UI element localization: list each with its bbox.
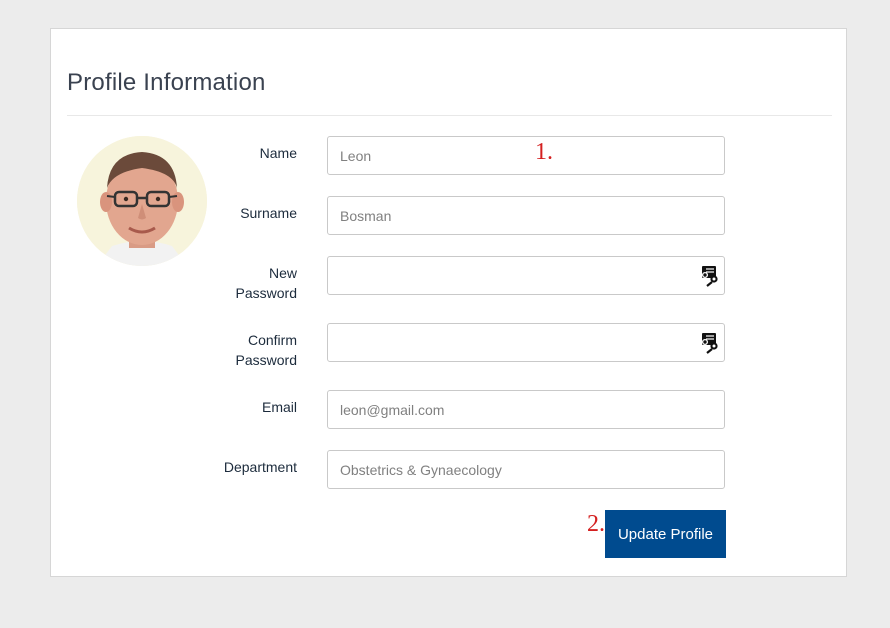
confirm-password-field[interactable] [327,323,725,362]
name-label: Name [177,143,297,163]
new-password-label-line1: New [268,265,297,281]
title-divider [67,115,832,116]
annotation-1: 1. [535,139,553,165]
annotation-2: 2. [587,511,605,537]
email-label: Email [177,397,297,417]
surname-label: Surname [177,203,297,223]
department-label-text: Department [223,459,297,475]
profile-card: Profile Information Name Leon Surname Bo… [50,28,847,577]
confirm-password-label-line2: Password [235,352,297,368]
update-profile-button[interactable]: Update Profile [605,510,726,558]
key-card-icon[interactable] [701,332,721,354]
department-label: Department [177,457,297,477]
key-card-icon[interactable] [701,265,721,287]
confirm-password-label-line1: Confirm [247,332,297,348]
new-password-label: New Password [177,263,297,303]
email-field[interactable] [327,390,725,429]
confirm-password-label: Confirm Password [177,330,297,370]
new-password-label-line2: Password [235,285,297,301]
name-field[interactable] [327,136,725,175]
surname-field[interactable] [327,196,725,235]
name-label-text: Name [259,145,297,161]
department-field[interactable] [327,450,725,489]
email-label-text: Email [261,399,297,415]
page-title: Profile Information [67,69,266,96]
new-password-field[interactable] [327,256,725,295]
surname-label-text: Surname [240,205,297,221]
